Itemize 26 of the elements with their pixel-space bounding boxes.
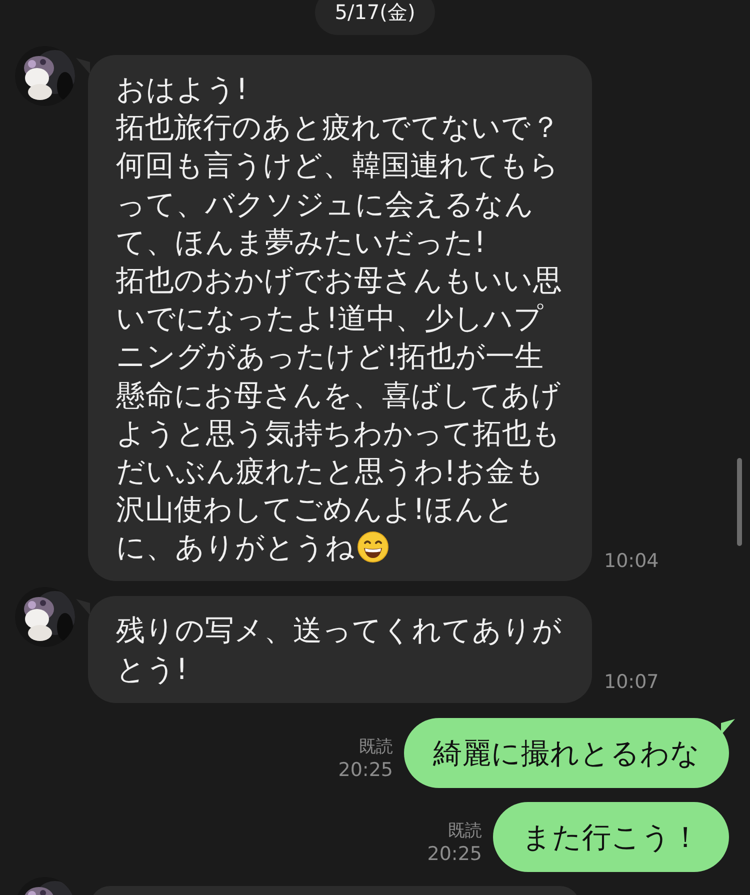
message-line: 拓也旅行のあと疲れでてないで？ bbox=[116, 109, 560, 146]
timestamp: 10:04 bbox=[604, 548, 659, 574]
timestamp: 20:25 bbox=[427, 842, 482, 866]
message-line: て、ほんま夢みたいだった! bbox=[116, 224, 486, 261]
date-label: 5/17(金) bbox=[314, 0, 436, 35]
timestamp: 20:25 bbox=[338, 758, 393, 782]
message-line: って、バクソジュに会えるなん bbox=[116, 186, 534, 223]
message-line: いでになったよ!道中、少しハプ bbox=[116, 300, 544, 338]
message-line: 何回も言うけど、韓国連れてもら bbox=[116, 147, 559, 184]
message-line: 沢山使わしてごめんよ!ほんと bbox=[116, 491, 515, 528]
read-receipt: 既読 bbox=[359, 736, 393, 758]
message-line: 残りの写メ、送ってくれてありが bbox=[116, 612, 562, 650]
message-bubble: 綺麗に撮れとるわな bbox=[404, 718, 729, 788]
message-line: おはよう! bbox=[116, 71, 248, 108]
grinning-face-icon bbox=[357, 531, 389, 564]
message-bubble: また行こう！ bbox=[493, 802, 729, 872]
message-line: とう! bbox=[116, 650, 188, 688]
message-line: 懸命にお母さんを、喜ばしてあげ bbox=[116, 376, 561, 414]
message-line: 拓也のおかげでお母さんもいい思 bbox=[116, 262, 562, 299]
scrollbar-thumb[interactable] bbox=[737, 458, 742, 546]
message-line: ニングがあったけど!拓也が一生 bbox=[116, 338, 544, 376]
timestamp: 10:07 bbox=[604, 670, 659, 696]
message-line: だいぶん疲れたと思うわ!お金も bbox=[116, 452, 545, 490]
read-receipt: 既読 bbox=[448, 820, 482, 842]
message-line: ようと思う気持ちわかって拓也も bbox=[116, 414, 561, 452]
message-line: に、ありがとうね bbox=[116, 529, 355, 566]
